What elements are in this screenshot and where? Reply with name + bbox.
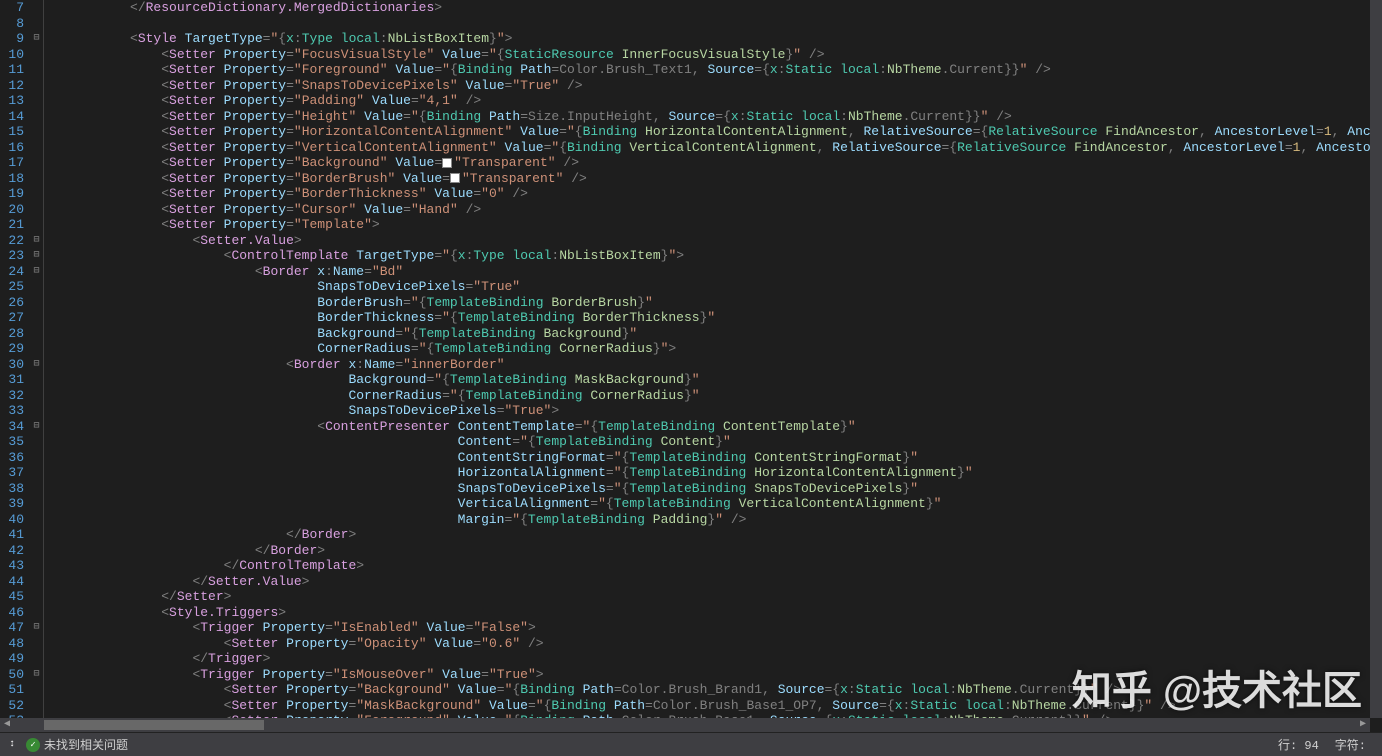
fold-toggle[interactable]: ⊟ [30,419,43,435]
fold-toggle[interactable]: ⊟ [30,233,43,249]
fold-toggle[interactable]: ⊟ [30,357,43,373]
fold-toggle[interactable]: ⊟ [30,248,43,264]
horizontal-scroll-thumb[interactable] [44,720,264,730]
fold-toggle[interactable]: ⊟ [30,667,43,683]
caret-row[interactable]: 行: 94 [1278,736,1319,753]
fold-toggle[interactable]: ⊟ [30,620,43,636]
scroll-right-arrow-icon[interactable]: ▶ [1356,718,1370,732]
fold-gutter[interactable]: ⊟⊟⊟⊟⊟⊟⊟⊟ [30,0,44,730]
fold-toggle[interactable]: ⊟ [30,264,43,280]
status-bar: ↕ ✓ 未找到相关问题 行: 94 字符: [0,732,1382,756]
issues-status[interactable]: 未找到相关问题 [44,736,128,753]
status-ok-icon[interactable]: ✓ [26,738,40,752]
sync-icon[interactable]: ↕ [4,737,20,753]
line-number-gutter: 7891011121314151617181920212223242526272… [0,0,30,730]
vertical-scrollbar[interactable] [1370,0,1382,718]
fold-toggle[interactable]: ⊟ [30,31,43,47]
code-content[interactable]: </ResourceDictionary.MergedDictionaries>… [44,0,1382,730]
code-editor[interactable]: 7891011121314151617181920212223242526272… [0,0,1382,730]
scroll-left-arrow-icon[interactable]: ◀ [0,718,14,732]
caret-char[interactable]: 字符: [1335,736,1366,753]
horizontal-scrollbar[interactable]: ◀ ▶ [0,718,1370,732]
